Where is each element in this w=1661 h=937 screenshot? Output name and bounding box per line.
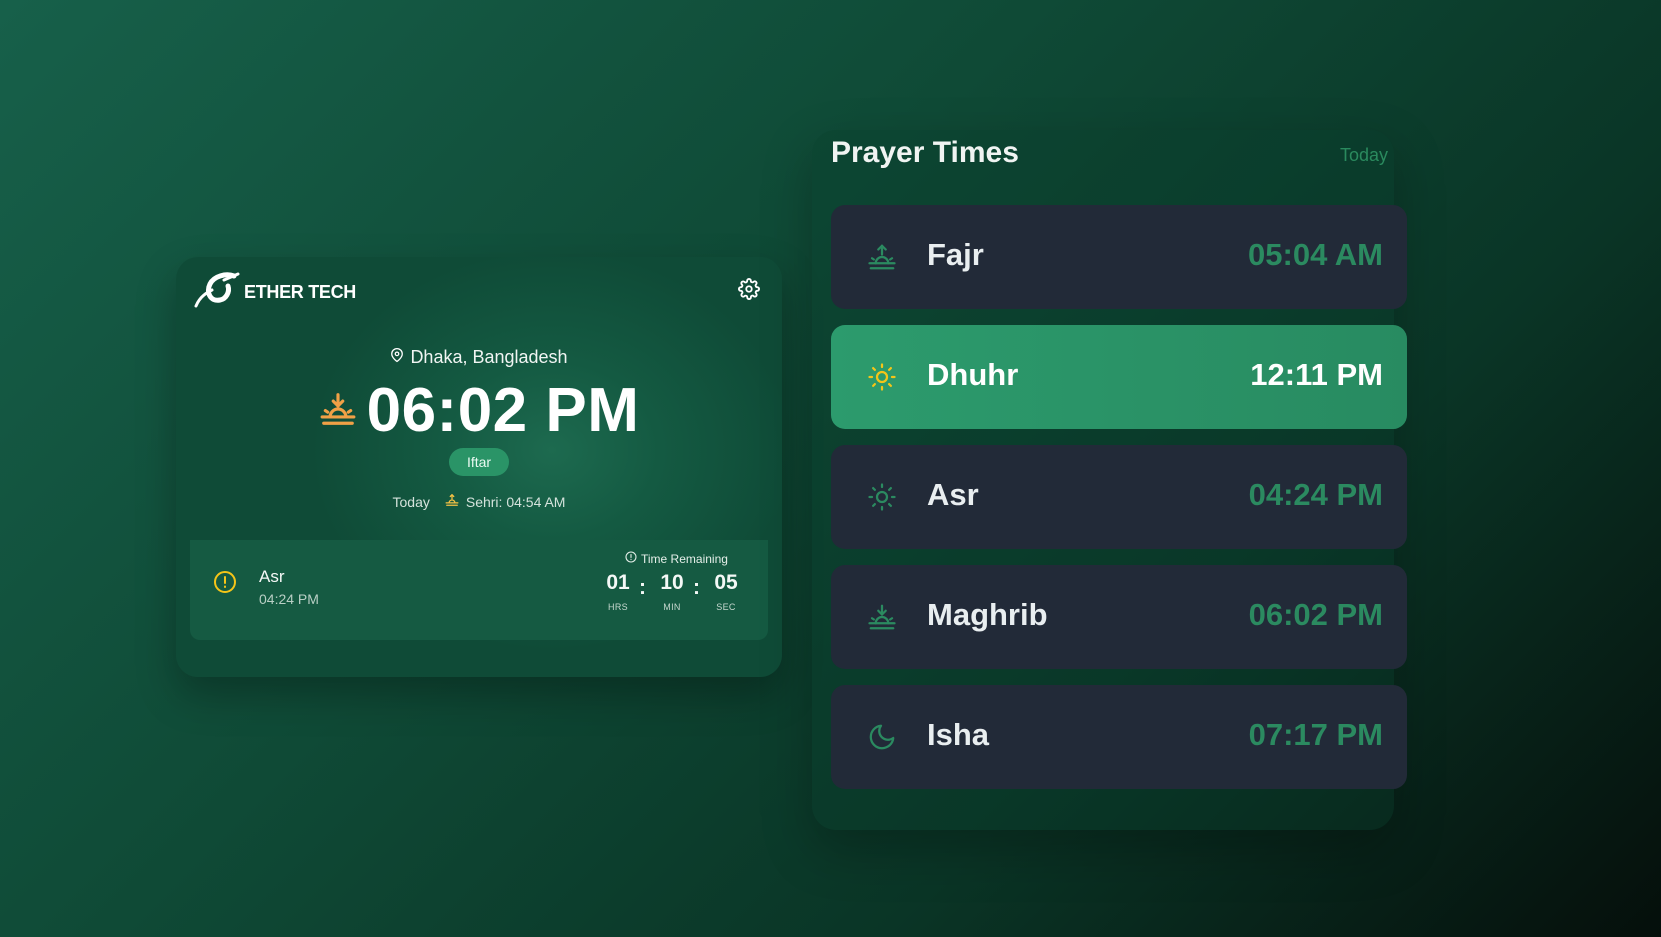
swirl-logo-icon — [190, 270, 240, 315]
current-time: 06:02 PM — [366, 376, 640, 445]
time-remaining-label: Time Remaining — [625, 551, 728, 566]
countdown-seconds: 05 SEC — [706, 571, 746, 612]
sehri-row: Today Sehri: 04:54 AM — [176, 493, 782, 510]
prayer-time: 07:17 PM — [1248, 717, 1383, 752]
prayer-row-isha[interactable]: Isha 07:17 PM — [831, 685, 1407, 789]
next-prayer-name: Asr — [259, 567, 285, 586]
day-label: Today — [392, 493, 430, 510]
countdown-seconds-label: SEC — [716, 602, 736, 612]
countdown-hours: 01 HRS — [598, 571, 638, 612]
prayer-times-title: Prayer Times — [831, 136, 1019, 169]
prayer-time: 04:24 PM — [1248, 477, 1383, 512]
prayer-row-dhuhr[interactable]: Dhuhr 12:11 PM — [831, 325, 1407, 429]
prayer-time: 05:04 AM — [1248, 237, 1383, 272]
prayer-times-filter[interactable]: Today — [1340, 145, 1388, 166]
countdown-hours-value: 01 — [606, 571, 630, 594]
next-prayer-panel: Asr 04:24 PM Time Remaining 01 HRS : 10 … — [190, 540, 768, 640]
moon-icon — [867, 722, 897, 752]
sunrise-icon — [867, 242, 897, 272]
countdown-hours-label: HRS — [608, 602, 628, 612]
sun-outline-icon — [867, 482, 897, 512]
countdown-seconds-value: 05 — [714, 571, 738, 594]
map-pin-icon — [390, 347, 404, 368]
time-remaining-text: Time Remaining — [641, 551, 728, 566]
location-label: Dhaka, Bangladesh — [410, 347, 568, 367]
countdown-minutes-label: MIN — [663, 602, 681, 612]
sehri-time: Sehri: 04:54 AM — [465, 493, 566, 510]
prayer-name: Asr — [927, 477, 979, 512]
settings-button[interactable] — [738, 278, 760, 300]
prayer-time: 12:11 PM — [1250, 357, 1383, 392]
prayer-name: Fajr — [927, 237, 984, 272]
prayer-name: Dhuhr — [927, 357, 1019, 392]
brand: ETHER TECH — [190, 270, 356, 315]
current-time-card: ETHER TECH Dhaka, Bangladesh 06:02 PM If… — [176, 257, 782, 677]
clock-row: 06:02 PM — [176, 375, 782, 447]
gear-icon — [738, 278, 760, 304]
countdown-separator: : — [639, 576, 646, 599]
prayer-row-maghrib[interactable]: Maghrib 06:02 PM — [831, 565, 1407, 669]
prayer-name: Isha — [927, 717, 990, 752]
prayer-row-asr[interactable]: Asr 04:24 PM — [831, 445, 1407, 549]
location: Dhaka, Bangladesh — [176, 347, 782, 368]
sun-icon — [867, 362, 897, 392]
prayer-time: 06:02 PM — [1248, 597, 1383, 632]
event-badge: Iftar — [449, 448, 509, 476]
sunset-icon — [319, 390, 357, 433]
countdown-separator: : — [693, 576, 700, 599]
info-icon — [625, 551, 637, 566]
countdown-minutes: 10 MIN — [652, 571, 692, 612]
sunrise-small-icon — [445, 493, 459, 510]
prayer-row-fajr[interactable]: Fajr 05:04 AM — [831, 205, 1407, 309]
brand-name: ETHER TECH — [244, 282, 357, 302]
next-prayer-time: 04:24 PM — [259, 591, 319, 607]
sunset-icon — [867, 602, 897, 632]
prayer-name: Maghrib — [927, 597, 1048, 632]
alert-circle-icon — [213, 570, 237, 594]
countdown-minutes-value: 10 — [660, 571, 684, 594]
